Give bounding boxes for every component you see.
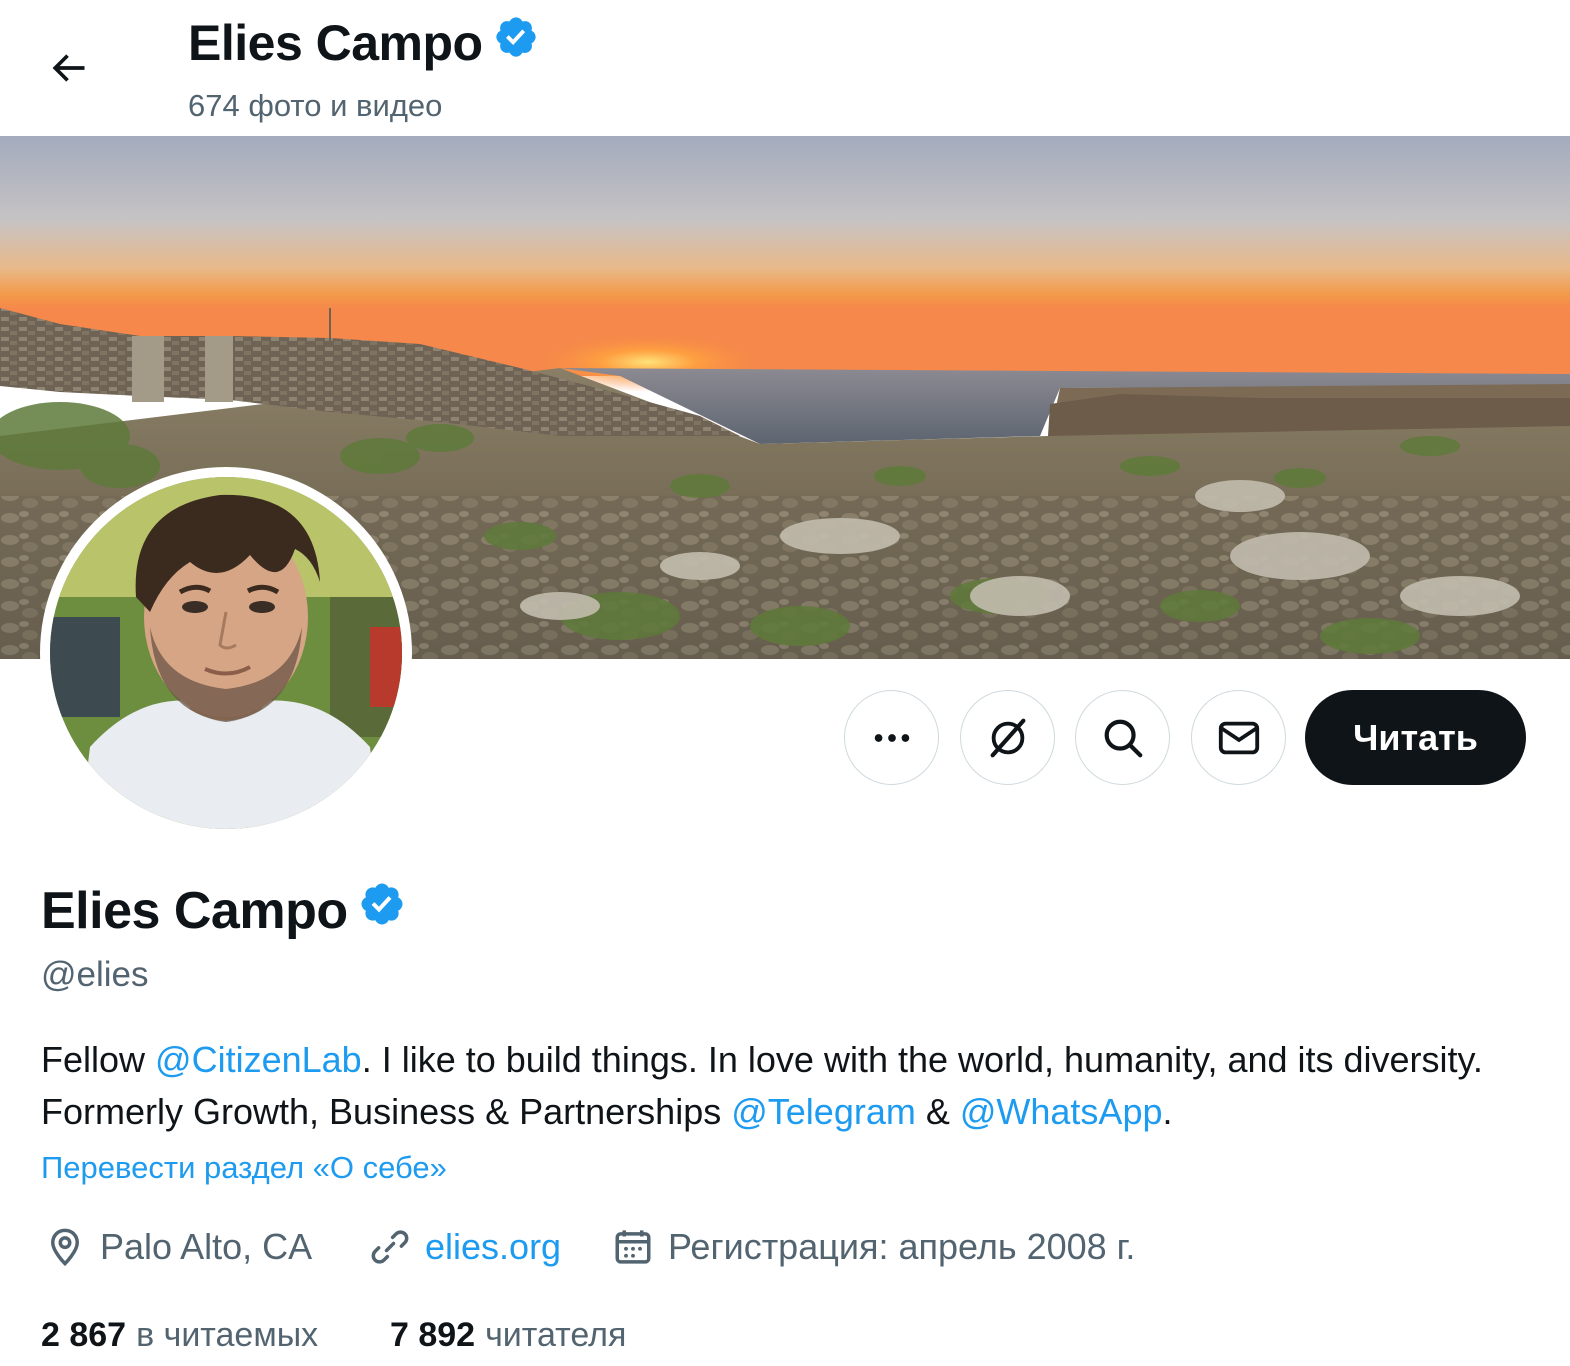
top-bar: Elies Campo 674 фото и видео — [0, 0, 1570, 136]
profile-handle: @elies — [41, 955, 149, 994]
followers-count: 7 892 — [390, 1316, 476, 1354]
profile-location: Palo Alto, CA — [44, 1226, 312, 1268]
grok-icon — [990, 718, 1025, 757]
website-link[interactable]: elies.org — [425, 1226, 561, 1268]
bio-text: & — [915, 1091, 960, 1132]
back-button[interactable] — [28, 28, 108, 108]
grok-button[interactable] — [960, 690, 1055, 785]
search-profile-button[interactable] — [1075, 690, 1170, 785]
message-icon — [1218, 721, 1259, 754]
calendar-icon — [615, 1230, 651, 1264]
bio-text: . — [1162, 1091, 1173, 1132]
bio-text: Fellow — [41, 1039, 156, 1080]
verified-badge-icon[interactable] — [493, 14, 539, 72]
profile-name-row: Elies Campo — [41, 880, 406, 941]
following-label: в читаемых — [136, 1316, 319, 1354]
translate-bio-link[interactable]: Перевести раздел «О себе» — [41, 1150, 447, 1186]
joined-text: Регистрация: апрель 2008 г. — [668, 1226, 1136, 1267]
followers-label: читателя — [485, 1316, 627, 1354]
header-name: Elies Campo — [188, 15, 483, 71]
profile-website: elies.org — [369, 1226, 561, 1268]
more-button[interactable] — [844, 690, 939, 785]
message-button[interactable] — [1191, 690, 1286, 785]
following-stat[interactable]: 2 867 в читаемых — [41, 1316, 318, 1355]
mention-whatsapp-link[interactable]: @WhatsApp — [960, 1091, 1163, 1132]
follow-button[interactable]: Читать — [1305, 690, 1526, 785]
following-count: 2 867 — [41, 1316, 127, 1354]
avatar-image — [50, 477, 402, 829]
followers-stat[interactable]: 7 892 читателя — [390, 1316, 626, 1355]
back-arrow-icon — [52, 54, 85, 82]
more-icon — [874, 733, 909, 742]
mention-telegram-link[interactable]: @Telegram — [731, 1091, 916, 1132]
mention-citizenlab-link[interactable]: @CitizenLab — [155, 1039, 362, 1080]
search-icon — [1104, 719, 1142, 757]
profile-joined: Регистрация: апрель 2008 г. — [612, 1226, 1135, 1268]
profile-avatar[interactable] — [40, 467, 412, 839]
link-icon — [371, 1230, 409, 1264]
verified-badge-icon[interactable] — [358, 880, 406, 941]
location-icon — [50, 1228, 80, 1267]
header-title: Elies Campo — [188, 14, 539, 72]
profile-bio: Fellow @CitizenLab. I like to build thin… — [41, 1034, 1541, 1138]
media-count: 674 фото и видео — [188, 88, 443, 123]
location-text: Palo Alto, CA — [100, 1226, 313, 1267]
profile-name: Elies Campo — [41, 881, 348, 940]
